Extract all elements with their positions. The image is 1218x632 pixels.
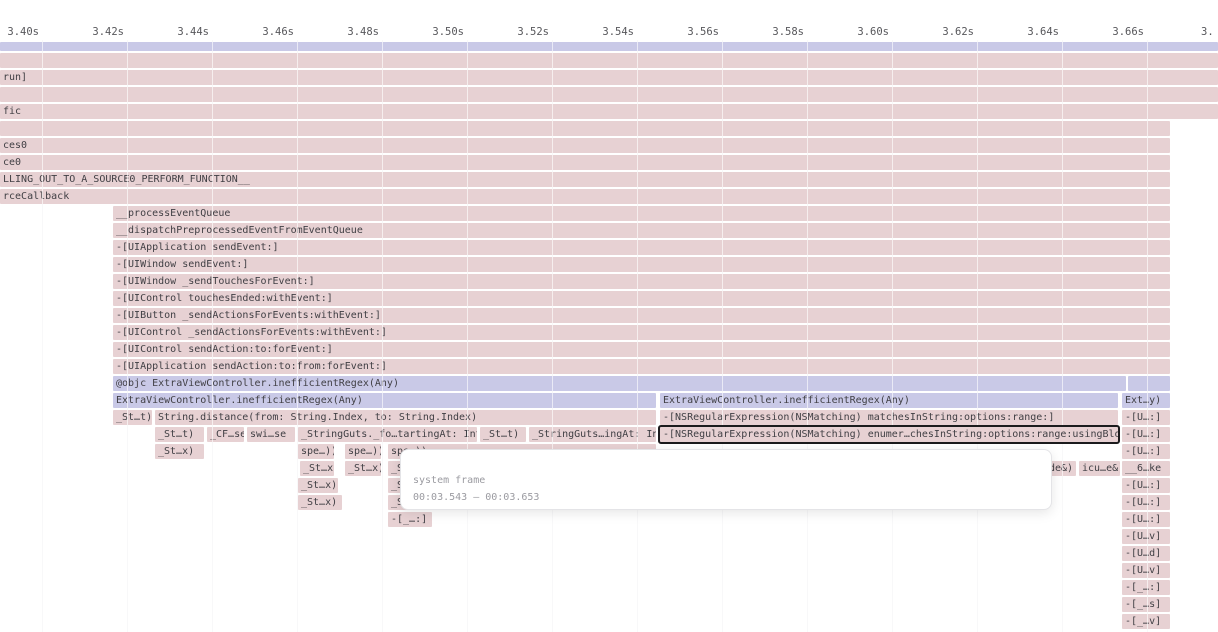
flame-frame[interactable]: _St…x): [298, 495, 342, 510]
flame-frame[interactable]: spe…)): [298, 444, 334, 459]
flame-frame[interactable]: -[UIControl _sendActionsForEvents:withEv…: [113, 325, 1170, 340]
flame-frame[interactable]: ces0: [0, 138, 1170, 153]
flame-frame[interactable]: -[UIApplication sendAction:to:from:forEv…: [113, 359, 1170, 374]
ruler-tick-label: 3.40s: [7, 26, 39, 38]
ruler-tick-label: 3.48s: [347, 26, 379, 38]
ruler-tick-label: 3.66s: [1112, 26, 1144, 38]
flame-frame[interactable]: ce0: [0, 155, 1170, 170]
flame-frame[interactable]: @objc ExtraViewController.inefficientReg…: [113, 376, 1126, 391]
flame-frame[interactable]: __dispatchPreprocessedEventFromEventQueu…: [113, 223, 1170, 238]
ruler-tick-label: 3.60s: [857, 26, 889, 38]
flame-frame[interactable]: -[U…:]: [1122, 478, 1170, 493]
flame-frame[interactable]: -[U…d]: [1122, 546, 1170, 561]
time-ruler[interactable]: 3.40s 3.42s 3.44s 3.46s 3.48s 3.50s 3.52s 3.54s…: [0, 0, 1218, 40]
flame-frame[interactable]: LLING_OUT_TO_A_SOURCE0_PERFORM_FUNCTION_…: [0, 172, 1170, 187]
flame-frame[interactable]: -[_…:]: [388, 512, 432, 527]
flame-frame[interactable]: _St…t): [113, 410, 152, 425]
flame-frame[interactable]: icu…e&): [1079, 461, 1120, 476]
flame-frame[interactable]: _St…t): [480, 427, 526, 442]
flame-frame[interactable]: ExtraViewController.inefficientRegex(Any…: [113, 393, 656, 408]
profiler-flame-chart-view: run] fic ces0 ce0 LLING_OUT_TO_A_SOURCE0_PER…: [0, 0, 1218, 632]
flame-frame-selected[interactable]: -[NSRegularExpression(NSMatching) enumer…: [660, 427, 1118, 442]
flame-frame[interactable]: run]: [0, 70, 1218, 85]
flame-frame[interactable]: swi…se: [247, 427, 295, 442]
ruler-tick-label: 3.58s: [772, 26, 804, 38]
flame-frame[interactable]: -[U…v]: [1122, 529, 1170, 544]
flame-frame[interactable]: String.distance(from: String.Index, to: …: [155, 410, 656, 425]
flame-frame[interactable]: [1128, 376, 1170, 391]
tooltip-time-range: 00:03.543 — 00:03.653: [413, 489, 1039, 506]
ruler-tick-label: 3.62s: [942, 26, 974, 38]
flame-frame[interactable]: _St…x): [155, 444, 204, 459]
flame-frame[interactable]: [0, 53, 1218, 68]
flame-frame[interactable]: -[UIButton _sendActionsForEvents:withEve…: [113, 308, 1170, 323]
tooltip-primary-line: 109.56ms(1%)-[NSRegularExpression(NSMatc…: [413, 455, 1039, 472]
flame-frame[interactable]: -[NSRegularExpression(NSMatching) matche…: [660, 410, 1118, 425]
flame-frame[interactable]: -[U…:]: [1122, 410, 1170, 425]
flame-frame[interactable]: -[U…v]: [1122, 563, 1170, 578]
ruler-tick-label: 3.54s: [602, 26, 634, 38]
ruler-tick-label: 3.: [1201, 26, 1214, 38]
flame-frame[interactable]: -[_…v]: [1122, 614, 1170, 629]
flame-frame[interactable]: ExtraViewController.inefficientRegex(Any…: [660, 393, 1118, 408]
flame-frame[interactable]: rceCallback: [0, 189, 1170, 204]
flame-frame[interactable]: _StringGuts…ingAt: Int): [529, 427, 656, 442]
flame-frame[interactable]: -[UIControl touchesEnded:withEvent:]: [113, 291, 1170, 306]
flame-frame[interactable]: Ext…y): [1122, 393, 1170, 408]
flame-frame[interactable]: -[_…s]: [1122, 597, 1170, 612]
flame-frame[interactable]: _St…x): [345, 461, 381, 476]
flame-frame[interactable]: -[UIWindow _sendTouchesForEvent:]: [113, 274, 1170, 289]
tooltip-frame-kind: system frame: [413, 472, 1039, 489]
flame-frame[interactable]: _StringGuts._fo…tartingAt: Int): [298, 427, 477, 442]
flame-frame[interactable]: -[_…:]: [1122, 580, 1170, 595]
flame-frame[interactable]: __processEventQueue: [113, 206, 1170, 221]
flame-chart[interactable]: run] fic ces0 ce0 LLING_OUT_TO_A_SOURCE0_PER…: [0, 0, 1218, 632]
ruler-tick-label: 3.64s: [1027, 26, 1059, 38]
flame-frame[interactable]: -[U…:]: [1122, 427, 1170, 442]
frame-tooltip: 109.56ms(1%)-[NSRegularExpression(NSMatc…: [400, 449, 1052, 510]
flame-frame[interactable]: fic: [0, 104, 1218, 119]
flame-frame[interactable]: -[U…:]: [1122, 495, 1170, 510]
ruler-tick-label: 3.50s: [432, 26, 464, 38]
flame-frame[interactable]: -[U…:]: [1122, 444, 1170, 459]
flame-frame[interactable]: spe…)): [345, 444, 381, 459]
flame-frame[interactable]: -[UIControl sendAction:to:forEvent:]: [113, 342, 1170, 357]
flame-frame[interactable]: [0, 42, 1218, 51]
flame-frame[interactable]: _St…t): [155, 427, 204, 442]
flame-frame[interactable]: _St…x): [300, 461, 334, 476]
ruler-tick-label: 3.42s: [92, 26, 124, 38]
ruler-tick-label: 3.56s: [687, 26, 719, 38]
flame-frame[interactable]: -[U…:]: [1122, 512, 1170, 527]
flame-frame[interactable]: __6…ke: [1122, 461, 1170, 476]
ruler-tick-label: 3.46s: [262, 26, 294, 38]
flame-frame[interactable]: -[UIWindow sendEvent:]: [113, 257, 1170, 272]
flame-frame[interactable]: _CF…se: [207, 427, 244, 442]
flame-frame[interactable]: _St…x): [298, 478, 338, 493]
flame-frame[interactable]: [0, 121, 1170, 136]
ruler-tick-label: 3.44s: [177, 26, 209, 38]
flame-frame[interactable]: -[UIApplication sendEvent:]: [113, 240, 1170, 255]
flame-frame[interactable]: [0, 87, 1218, 102]
ruler-tick-label: 3.52s: [517, 26, 549, 38]
